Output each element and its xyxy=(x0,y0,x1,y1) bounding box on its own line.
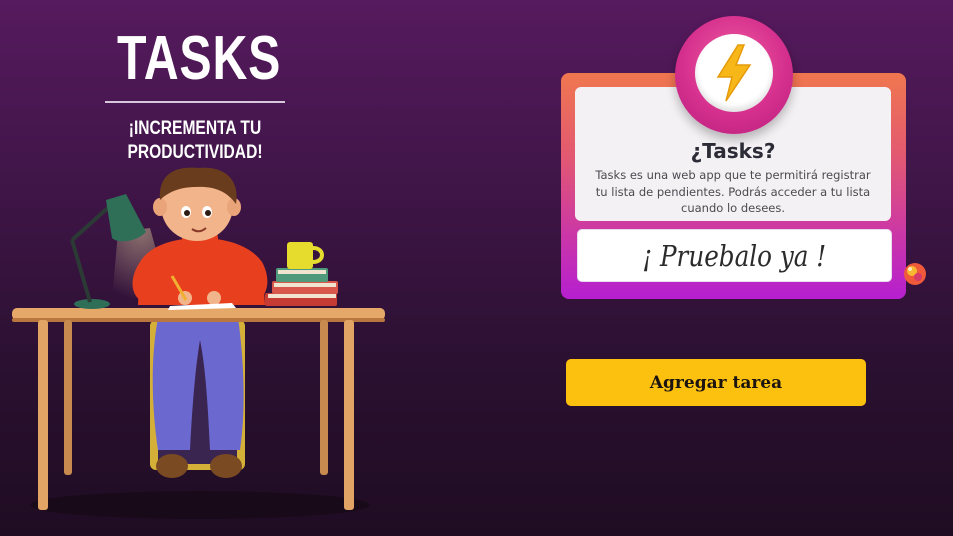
desk-leg xyxy=(38,320,48,510)
title-divider xyxy=(105,101,285,103)
hero-title: TASKS xyxy=(117,24,282,93)
left-shoe xyxy=(156,454,188,478)
person-at-desk-illustration xyxy=(12,167,385,519)
coffee-mug xyxy=(287,242,313,269)
lamp-shade xyxy=(106,194,146,242)
card-heading: ¿Tasks? xyxy=(690,139,776,163)
add-task-button[interactable]: Agregar tarea xyxy=(566,359,866,406)
lightning-bolt-icon xyxy=(716,44,752,102)
try-now-label: ¡ Pruebalo ya ! xyxy=(642,238,827,273)
try-now-button[interactable]: ¡ Pruebalo ya ! xyxy=(577,229,892,282)
right-shoe xyxy=(210,454,242,478)
floor-shadow xyxy=(30,491,370,519)
card-description: Tasks es una web app que te permitirá re… xyxy=(595,168,871,215)
badge xyxy=(675,16,793,134)
lamp-base xyxy=(74,299,110,309)
decorative-orb-icon xyxy=(904,263,926,285)
